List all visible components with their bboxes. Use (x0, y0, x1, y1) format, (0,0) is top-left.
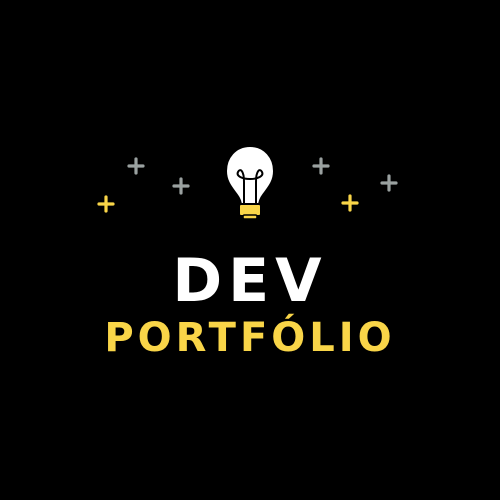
sparkle-icon (97, 195, 115, 213)
logo-title-portfolio: PORTFÓLIO (104, 315, 396, 361)
sparkle-icon (312, 157, 330, 175)
logo-canvas: DEV PORTFÓLIO (0, 0, 500, 500)
sparkle-icon (172, 177, 190, 195)
logo-title-dev: DEV (172, 246, 328, 316)
lightbulb-icon (224, 144, 276, 220)
sparkle-icon (341, 194, 359, 212)
sparkle-icon (127, 157, 145, 175)
sparkle-icon (380, 174, 398, 192)
